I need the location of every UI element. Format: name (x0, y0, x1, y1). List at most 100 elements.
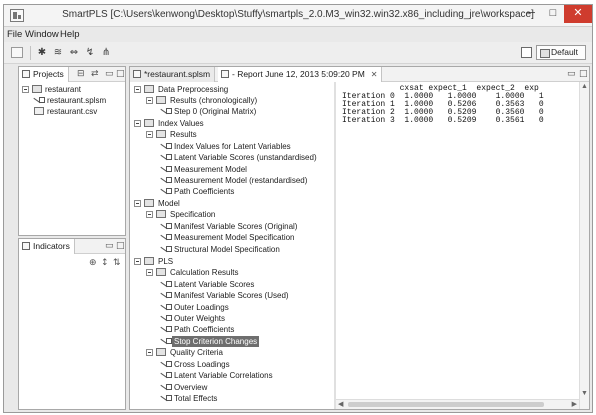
project-name: restaurant (45, 85, 82, 94)
scroll-up-icon[interactable]: ▲ (581, 83, 588, 91)
minimize-button[interactable]: ─ (520, 5, 542, 23)
sort-za-icon[interactable]: ⇅ (113, 258, 121, 268)
tab-label: *restaurant.splsm (144, 69, 211, 79)
node-label: PLS (158, 257, 174, 266)
close-tab-icon[interactable]: ✕ (371, 70, 378, 79)
toolbar-separator (30, 46, 31, 60)
report-tree: Data Preprocessing Results (chronologica… (132, 84, 334, 409)
collapse-icon[interactable] (134, 258, 141, 265)
calculate-pls-graph-icon[interactable]: ⋔ (100, 47, 112, 58)
node-label: Measurement Model Specification (174, 233, 295, 242)
report-output: cxsat expect_1 expect_2 exp Iteration 0 1… (342, 85, 576, 125)
scroll-right-icon[interactable]: ▶ (572, 400, 577, 409)
maximize-button[interactable]: □ (542, 5, 564, 23)
node-label: Index Values for Latent Variables (174, 142, 291, 151)
calculate-pls-icon[interactable]: ✱ (36, 47, 48, 58)
report-item-icon (160, 233, 172, 242)
indicators-tab-icon (22, 242, 30, 250)
report-item-icon (160, 303, 172, 312)
calculate-fimix-icon[interactable]: ↯ (84, 47, 96, 58)
node-label: Structural Model Specification (174, 245, 280, 254)
collapse-icon[interactable] (146, 349, 153, 356)
report-item-icon (160, 222, 172, 231)
node-label: Manifest Variable Scores (Used) (174, 291, 289, 300)
tab-report[interactable]: - Report June 12, 2013 5:09:20 PM ✕ (218, 67, 383, 82)
node-label: Measurement Model (174, 165, 247, 174)
projects-tab-icon (22, 70, 30, 78)
collapse-icon[interactable] (134, 120, 141, 127)
editor-area: *restaurant.splsm - Report June 12, 2013… (129, 66, 590, 410)
main-toolbar: ✱ ≋ ⇔ ↯ ⋔ Default (4, 42, 592, 64)
menu-file[interactable]: File (7, 29, 22, 40)
report-item-icon (160, 394, 172, 403)
editor-tab-bar: *restaurant.splsm - Report June 12, 2013… (130, 67, 589, 82)
collapse-icon[interactable] (22, 86, 29, 93)
menu-window[interactable]: Window (25, 29, 59, 40)
close-button[interactable]: ✕ (564, 5, 592, 23)
report-horizontal-scrollbar[interactable]: ◀ ▶ (336, 399, 579, 409)
open-perspective-icon[interactable] (521, 47, 532, 58)
report-item-icon (160, 165, 172, 174)
save-icon[interactable] (11, 47, 23, 58)
collapse-icon[interactable] (146, 269, 153, 276)
collapse-icon[interactable] (146, 211, 153, 218)
node-label: Cross Loadings (174, 360, 230, 369)
node-label: Outer Weights (174, 314, 225, 323)
indicators-panel: Indicators ▭ □ ⊕ ↕ ⇅ (18, 238, 126, 410)
collapse-icon[interactable] (134, 86, 141, 93)
report-vertical-scrollbar[interactable]: ▲ ▼ (579, 82, 589, 409)
node-label: Results (170, 130, 197, 139)
tab-restaurant-model[interactable]: *restaurant.splsm (130, 67, 216, 82)
report-item-icon (160, 153, 172, 162)
report-item-icon (160, 187, 172, 196)
project-tree: restaurant restaurant.splsm restaurant.c… (19, 84, 125, 224)
menu-bar: File Window Help (4, 27, 592, 42)
folder-icon (144, 85, 154, 93)
pane-divider[interactable] (334, 82, 336, 409)
node-label: Path Coefficients (174, 187, 235, 196)
report-row: Iteration 3 1.0000 0.5209 0.3561 0 (342, 116, 544, 125)
data-file-icon (34, 107, 44, 115)
report-item-icon (160, 107, 172, 116)
scroll-left-icon[interactable]: ◀ (338, 400, 343, 409)
calculate-blindfolding-icon[interactable]: ⇔ (68, 47, 80, 58)
indicators-tab-label: Indicators (33, 241, 70, 251)
node-label: Path Coefficients (174, 325, 235, 334)
selected-node-label: Stop Criterion Changes (172, 336, 260, 347)
scroll-down-icon[interactable]: ▼ (581, 390, 588, 398)
node-label: Overview (174, 383, 208, 392)
link-editor-icon[interactable]: ⇄ (91, 69, 99, 79)
maximize-view-icon[interactable]: □ (116, 69, 125, 79)
node-label: Results (chronologically) (170, 96, 258, 105)
perspective-default-button[interactable]: Default (536, 45, 586, 60)
collapse-all-icon[interactable]: ⊟ (77, 69, 85, 79)
calculate-bootstrap-icon[interactable]: ≋ (52, 47, 64, 58)
folder-icon (144, 199, 154, 207)
maximize-editor-icon[interactable]: □ (579, 69, 588, 79)
collapse-icon[interactable] (146, 97, 153, 104)
node-label: Total Effects (174, 394, 218, 403)
minimize-view-icon[interactable]: ▭ (105, 69, 114, 79)
node-label: Latent Variable Correlations (174, 371, 273, 380)
app-window: SmartPLS [C:\Users\kenwong\Desktop\Stuff… (3, 4, 593, 413)
menu-help[interactable]: Help (60, 29, 80, 40)
report-item-icon (160, 325, 172, 334)
minimize-editor-icon[interactable]: ▭ (567, 69, 576, 79)
node-label: Specification (170, 210, 216, 219)
minimize-view-icon[interactable]: ▭ (105, 241, 114, 251)
tab-projects[interactable]: Projects (19, 67, 69, 82)
maximize-view-icon[interactable]: □ (116, 241, 125, 251)
file-label: restaurant.csv (47, 107, 98, 116)
refresh-indicators-icon[interactable]: ⊕ (89, 258, 97, 268)
node-label: Latent Variable Scores (unstandardised) (174, 153, 317, 162)
folder-icon (156, 96, 166, 104)
node-label: Index Values (158, 119, 204, 128)
collapse-icon[interactable] (146, 131, 153, 138)
folder-icon (144, 257, 154, 265)
folder-icon (156, 348, 166, 356)
sort-az-icon[interactable]: ↕ (101, 258, 109, 268)
collapse-icon[interactable] (134, 200, 141, 207)
tab-indicators[interactable]: Indicators (19, 239, 75, 254)
scrollbar-thumb[interactable] (348, 402, 544, 407)
report-item-icon (160, 280, 172, 289)
